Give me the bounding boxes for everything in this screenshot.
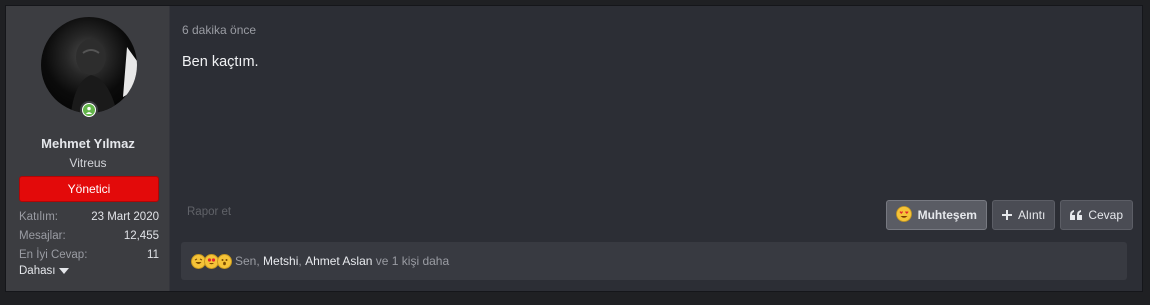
- stat-row-best-answers: En İyi Cevap: 11: [19, 246, 159, 265]
- reply-button[interactable]: Cevap: [1060, 200, 1133, 230]
- more-label: Dahası: [19, 265, 56, 277]
- report-link[interactable]: Rapor et: [187, 206, 231, 218]
- stat-label: En İyi Cevap:: [19, 249, 88, 261]
- reaction-button[interactable]: Muhteşem: [885, 200, 987, 230]
- wow-emoji-icon: [217, 253, 232, 269]
- stat-value[interactable]: 12,455: [124, 227, 159, 246]
- quote-button[interactable]: Alıntı: [991, 200, 1056, 230]
- post-body: 6 dakika önce Ben kaçtım. Rapor et Muhte…: [170, 6, 1142, 291]
- avatar-image[interactable]: [41, 17, 137, 113]
- avatar[interactable]: [41, 17, 137, 119]
- username-link[interactable]: Mehmet Yılmaz: [6, 136, 170, 151]
- reaction-user-link[interactable]: Ahmet Aslan: [305, 254, 372, 268]
- reaction-prefix: Sen,: [235, 254, 260, 268]
- reaction-separator: ,: [298, 254, 302, 268]
- more-dropdown[interactable]: Dahası: [19, 265, 70, 277]
- caret-down-icon: [59, 268, 70, 274]
- stat-row-messages: Mesajlar: 12,455: [19, 227, 159, 246]
- reply-button-label: Cevap: [1088, 208, 1123, 222]
- reaction-suffix: ve 1 kişi daha: [375, 254, 450, 268]
- reaction-icons: [191, 253, 232, 269]
- role-badge: Yönetici: [19, 176, 159, 202]
- post-actions: Muhteşem Alıntı Cevap: [885, 200, 1133, 230]
- post-message: Ben kaçtım.: [182, 54, 259, 70]
- reaction-button-label: Muhteşem: [917, 208, 977, 222]
- user-title: Vitreus: [69, 156, 107, 170]
- user-stats: Katılım: 23 Mart 2020 Mesajlar: 12,455 E…: [19, 208, 159, 265]
- heart-eyes-emoji-icon: [895, 206, 912, 224]
- stat-row-joined: Katılım: 23 Mart 2020: [19, 208, 159, 227]
- plus-icon: [1001, 208, 1012, 222]
- reactions-bar[interactable]: Sen, Metshi, Ahmet Aslan ve 1 kişi daha: [181, 242, 1127, 280]
- user-info-panel: Mehmet Yılmaz Vitreus Yönetici Katılım: …: [6, 6, 170, 291]
- stat-value: 11: [147, 249, 159, 261]
- post-timestamp[interactable]: 6 dakika önce: [182, 23, 256, 37]
- stat-value: 23 Mart 2020: [91, 211, 159, 223]
- quote-button-label: Alıntı: [1017, 208, 1046, 222]
- quote-marks-icon: [1070, 208, 1083, 222]
- online-status-icon: [80, 101, 98, 119]
- stat-label: Mesajlar:: [19, 230, 66, 242]
- stat-label: Katılım:: [19, 211, 58, 223]
- post-container: Mehmet Yılmaz Vitreus Yönetici Katılım: …: [5, 5, 1143, 292]
- reaction-user-link[interactable]: Metshi: [263, 254, 298, 268]
